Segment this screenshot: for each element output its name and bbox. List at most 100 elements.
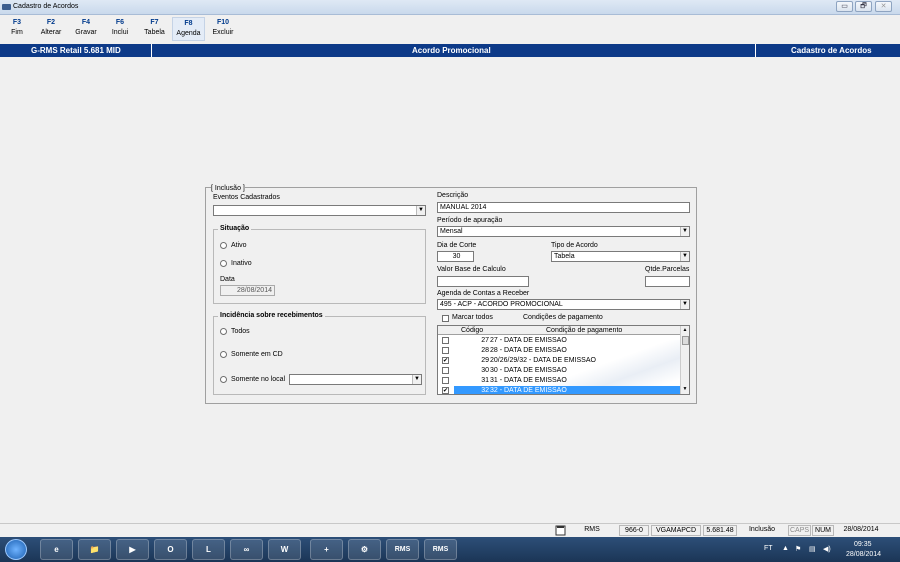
tipo-acordo-value: Tabela (554, 253, 575, 260)
row-codigo: 32 (481, 387, 489, 394)
row-checkbox[interactable] (442, 367, 449, 374)
volume-icon[interactable]: ◀) (823, 545, 831, 553)
table-row[interactable]: 31 31 - DATA DE EMISSAO (438, 376, 682, 386)
row-descricao: 32 - DATA DE EMISSAO (490, 387, 567, 394)
valor-base-input[interactable] (437, 276, 529, 287)
fkey-agenda-button[interactable]: F8 Agenda (172, 17, 205, 41)
infinity-app-icon[interactable]: ∞ (230, 539, 263, 560)
language-indicator[interactable]: FT (764, 545, 773, 552)
chevron-down-icon[interactable]: ▼ (680, 252, 689, 261)
word-icon[interactable]: W (268, 539, 301, 560)
agenda-dropdown[interactable]: 495 - ACP - ACORDO PROMOCIONAL ▼ (437, 299, 690, 310)
table-row[interactable]: 27 27 - DATA DE EMISSAO (438, 336, 682, 346)
local-dropdown[interactable]: ▼ (289, 374, 422, 385)
acordo-form: [ Inclusão ] Eventos Cadastrados ▼ Situa… (205, 185, 697, 404)
grid-scrollbar[interactable]: ▲ ▼ (680, 326, 689, 394)
eventos-label: Eventos Cadastrados (213, 194, 280, 201)
outlook-icon[interactable]: O (154, 539, 187, 560)
somente-cd-radio[interactable] (220, 351, 227, 358)
tipo-acordo-label: Tipo de Acordo (551, 242, 598, 249)
settings-app-icon[interactable]: ⚙ (348, 539, 381, 560)
qtde-parcelas-label: Qtde.Parcelas (645, 266, 690, 273)
fkey-fim-button[interactable]: F3 Fim (6, 19, 28, 36)
fkey-label: Tabela (144, 29, 165, 36)
start-button[interactable] (5, 539, 27, 560)
periodo-dropdown[interactable]: Mensal ▼ (437, 226, 690, 237)
lync-icon[interactable]: L (192, 539, 225, 560)
table-row[interactable]: 28 28 - DATA DE EMISSAO (438, 346, 682, 356)
row-descricao: 27 - DATA DE EMISSAO (490, 337, 567, 344)
fkey-code: F4 (81, 19, 91, 26)
table-row[interactable]: ✔ 29 20/26/29/32 - DATA DE EMISSAO (438, 356, 682, 366)
periodo-value: Mensal (440, 228, 463, 235)
eventos-dropdown[interactable]: ▼ (213, 205, 426, 216)
internet-explorer-icon[interactable]: e (40, 539, 73, 560)
inativo-label: Inativo (231, 260, 252, 267)
status-num: NUM (812, 525, 834, 536)
row-codigo: 28 (481, 347, 489, 354)
periodo-label: Período de apuração (437, 217, 503, 224)
marcar-todos-checkbox[interactable] (442, 315, 449, 322)
row-checkbox-checked[interactable]: ✔ (442, 387, 449, 394)
tray-expand-icon[interactable]: ▲ (782, 545, 789, 552)
ativo-radio[interactable] (220, 242, 227, 249)
fkey-label: Agenda (176, 30, 201, 37)
action-center-icon[interactable]: ⚑ (795, 545, 801, 553)
row-checkbox[interactable] (442, 337, 449, 344)
fkey-alterar-button[interactable]: F2 Alterar (38, 19, 64, 36)
module-title: Cadastro de Acordos (791, 46, 872, 55)
data-field[interactable]: 28/08/2014 (220, 285, 275, 296)
tipo-acordo-dropdown[interactable]: Tabela ▼ (551, 251, 690, 262)
col-codigo-header[interactable]: Código (461, 327, 483, 334)
clock-time[interactable]: 09:35 (854, 541, 872, 548)
dia-corte-input[interactable]: 30 (437, 251, 474, 262)
col-condicao-header[interactable]: Condição de pagamento (546, 327, 622, 334)
network-icon[interactable]: ▤ (809, 545, 816, 553)
row-checkbox[interactable] (442, 377, 449, 384)
descricao-label: Descrição (437, 192, 469, 199)
table-row-selected[interactable]: ✔ 32 32 - DATA DE EMISSAO (438, 386, 682, 394)
close-button[interactable]: ✕ (875, 1, 892, 12)
folder-icon[interactable]: 📁 (78, 539, 111, 560)
dia-corte-label: Dia de Corte (437, 242, 477, 249)
fkey-excluir-button[interactable]: F10 Excluir (209, 19, 237, 36)
screen-header: G-RMS Retail 5.681 MID Acordo Promociona… (0, 44, 900, 57)
inativo-radio[interactable] (220, 260, 227, 267)
fkey-label: Alterar (40, 29, 62, 36)
table-row[interactable]: 30 30 - DATA DE EMISSAO (438, 366, 682, 376)
chevron-down-icon[interactable]: ▼ (680, 300, 689, 309)
status-bar: RMS 966-0 VGAMAPCD 5.681.48 Inclusão CAP… (0, 523, 900, 537)
condicoes-grid[interactable]: Código Condição de pagamento 27 27 - DAT… (437, 325, 690, 395)
form-mode-label: [ Inclusão ] (211, 185, 245, 192)
row-codigo: 31 (481, 377, 489, 384)
clock-date[interactable]: 28/08/2014 (846, 551, 881, 558)
media-player-icon[interactable]: ▶ (116, 539, 149, 560)
fkey-gravar-button[interactable]: F4 Gravar (73, 19, 99, 36)
stack-app-icon[interactable]: + (310, 539, 343, 560)
window-title-bar: Cadastro de Acordos ▭ 🗗 ✕ (0, 0, 900, 15)
fkey-inclui-button[interactable]: F6 Inclui (108, 19, 132, 36)
todos-radio[interactable] (220, 328, 227, 335)
somente-local-radio[interactable] (220, 376, 227, 383)
rms-app-icon[interactable]: RMS (386, 539, 419, 560)
scroll-down-icon[interactable]: ▼ (681, 385, 689, 394)
chevron-down-icon[interactable]: ▼ (680, 227, 689, 236)
incidencia-group: Incidência sobre recebimentos Todos Some… (213, 312, 426, 395)
descricao-input[interactable]: MANUAL 2014 (437, 202, 690, 213)
row-codigo: 29 (481, 357, 489, 364)
qtde-parcelas-input[interactable] (645, 276, 690, 287)
chevron-down-icon[interactable]: ▼ (412, 375, 421, 384)
rms-app-icon[interactable]: RMS (424, 539, 457, 560)
row-checkbox[interactable] (442, 347, 449, 354)
minimize-button[interactable]: ▭ (836, 1, 853, 12)
situacao-title: Situação (218, 225, 252, 232)
scroll-up-icon[interactable]: ▲ (681, 326, 689, 335)
incidencia-title: Incidência sobre recebimentos (218, 312, 325, 319)
chevron-down-icon[interactable]: ▼ (416, 206, 425, 215)
row-checkbox-checked[interactable]: ✔ (442, 357, 449, 364)
fkey-tabela-button[interactable]: F7 Tabela (142, 19, 167, 36)
document-icon (552, 525, 568, 536)
scroll-thumb[interactable] (682, 336, 689, 345)
maximize-button[interactable]: 🗗 (855, 1, 872, 12)
marcar-todos-label: Marcar todos (452, 314, 493, 321)
